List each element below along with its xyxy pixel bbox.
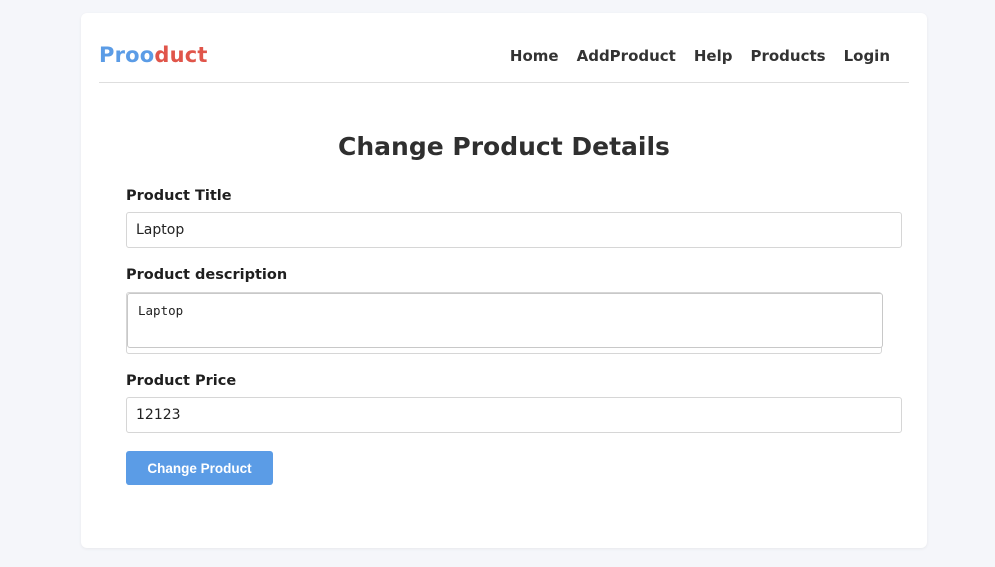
brand-logo-part2: duct (154, 43, 208, 67)
brand-logo[interactable]: Prooduct (99, 43, 208, 67)
product-price-input[interactable] (126, 397, 902, 433)
nav-link-login[interactable]: Login (844, 47, 890, 65)
product-description-wrapper: Laptop (126, 292, 883, 354)
brand-logo-part1: Proo (99, 43, 155, 67)
nav-links: Home AddProduct Help Products Login (510, 47, 890, 65)
nav-link-products[interactable]: Products (750, 47, 825, 65)
product-price-label: Product Price (126, 373, 237, 389)
nav-link-add-product[interactable]: AddProduct (577, 47, 676, 65)
product-description-textarea[interactable]: Laptop (127, 293, 883, 348)
product-title-input[interactable] (126, 212, 902, 248)
change-product-button[interactable]: Change Product (126, 451, 273, 485)
nav-link-home[interactable]: Home (510, 47, 559, 65)
main-card: Prooduct Home AddProduct Help Products L… (81, 13, 927, 548)
product-description-label: Product description (126, 267, 288, 283)
product-title-label: Product Title (126, 188, 232, 204)
page-title: Change Product Details (338, 132, 670, 161)
navbar: Prooduct Home AddProduct Help Products L… (99, 13, 909, 83)
nav-link-help[interactable]: Help (694, 47, 733, 65)
